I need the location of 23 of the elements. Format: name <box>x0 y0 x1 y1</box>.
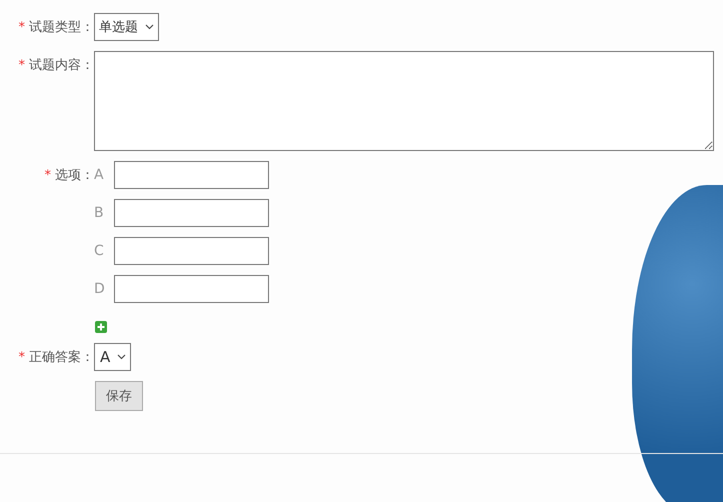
option-letter: D <box>94 281 106 297</box>
option-input-field[interactable] <box>114 275 269 303</box>
field-label: 试题内容： <box>29 57 94 74</box>
question-type-select[interactable]: 单选题 <box>94 13 159 41</box>
required-mark: * <box>18 20 25 34</box>
save-button[interactable]: 保存 <box>95 381 143 411</box>
required-mark: * <box>18 350 25 364</box>
question-content-field[interactable] <box>94 51 714 151</box>
required-mark: * <box>18 58 25 72</box>
required-mark: * <box>44 168 51 182</box>
chevron-down-icon <box>117 354 126 360</box>
option-letter: B <box>94 205 105 221</box>
add-icon[interactable] <box>95 321 107 333</box>
correct-answer-select[interactable]: A <box>94 343 132 371</box>
field-label: 选项： <box>55 167 94 184</box>
field-label: 试题类型： <box>29 19 94 36</box>
chevron-down-icon <box>145 24 154 30</box>
option-input-field[interactable] <box>114 237 269 265</box>
field-label: 正确答案： <box>29 349 94 366</box>
option-letter: A <box>94 167 105 183</box>
option-input-field[interactable] <box>114 199 269 227</box>
option-letter: C <box>94 243 105 259</box>
option-input-field[interactable] <box>114 161 269 189</box>
